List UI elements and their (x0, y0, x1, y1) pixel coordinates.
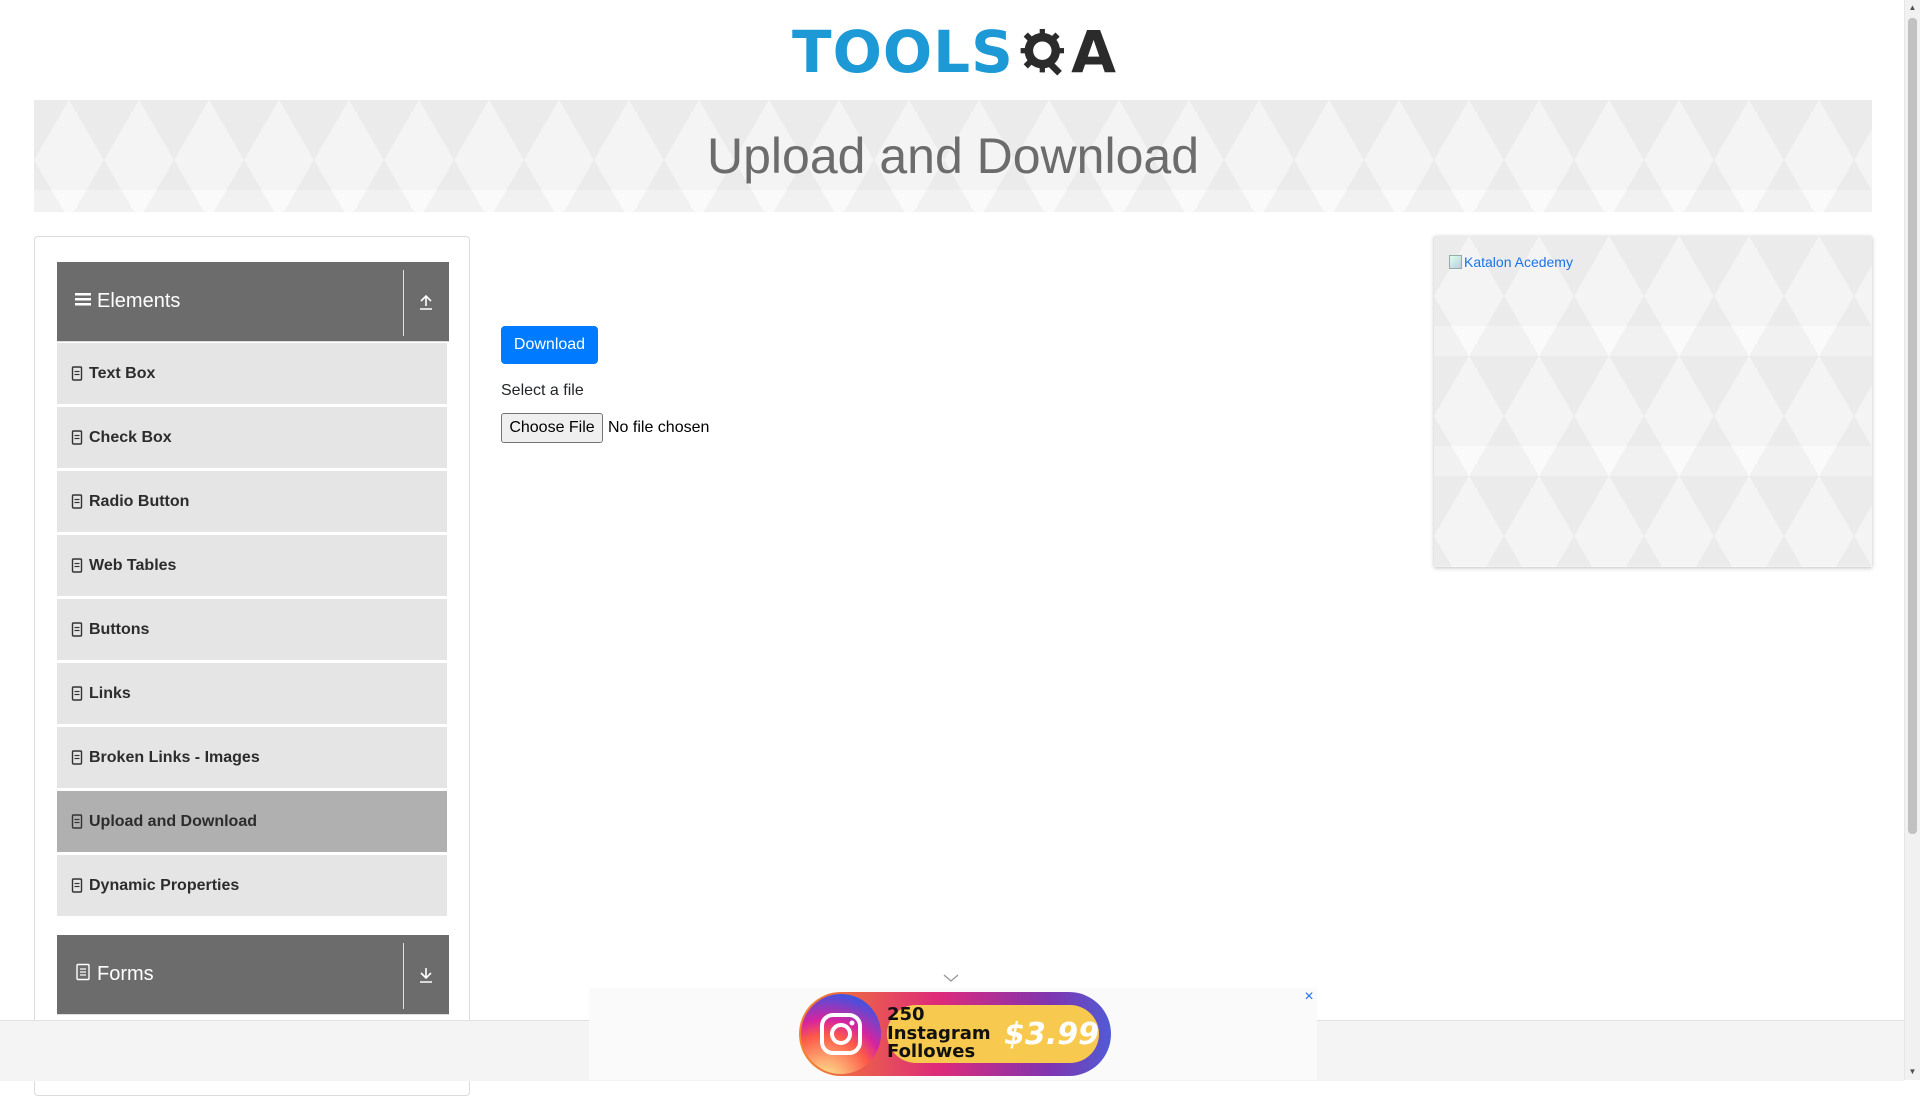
group-label: Forms (97, 963, 154, 985)
sidebar-item-radio-button[interactable]: Radio Button (57, 471, 447, 533)
choose-file-button[interactable]: Choose File (501, 413, 603, 443)
upload-arrow-icon[interactable] (403, 262, 449, 342)
sidebar-item-label: Upload and Download (89, 812, 257, 830)
followers-line-2: Followes (887, 1041, 976, 1063)
document-icon (71, 557, 83, 573)
page-banner: Upload and Download (34, 100, 1872, 212)
document-icon (71, 621, 83, 637)
followers-line-1: 250 Instagram (887, 1003, 991, 1044)
logo-wordmark: TOOLS (792, 18, 1014, 86)
document-icon (71, 877, 83, 893)
document-icon (71, 429, 83, 445)
file-status-text: No file chosen (608, 419, 710, 436)
broken-image-icon (1449, 255, 1462, 269)
sidebar-item-check-box[interactable]: Check Box (57, 407, 447, 469)
sidebar-item-text-box[interactable]: Text Box (57, 343, 447, 405)
followers-text: 250 Instagram Followes (887, 1003, 1004, 1063)
broken-image-alt-text: Katalon Acedemy (1464, 254, 1573, 270)
instagram-ad[interactable]: 250 Instagram Followes $3.99 (799, 992, 1111, 1076)
katalon-ad-image[interactable]: Katalon Acedemy (1449, 254, 1573, 270)
instagram-icon (801, 994, 881, 1074)
document-icon (71, 685, 83, 701)
sidebar-item-label: Broken Links - Images (89, 748, 260, 766)
chevron-down-icon[interactable] (941, 971, 961, 985)
sidebar-item-label: Dynamic Properties (89, 876, 240, 894)
left-panel: Elements Text Box Check Box Radio Button… (34, 236, 470, 1096)
scroll-up-icon[interactable]: ▲ (1908, 3, 1917, 13)
sidebar-item-web-tables[interactable]: Web Tables (57, 535, 447, 597)
price-text: $3.99 (1004, 1016, 1099, 1052)
file-upload-field[interactable]: Choose File No file chosen (501, 413, 709, 443)
document-icon (71, 813, 83, 829)
sidebar-item-dynamic-properties[interactable]: Dynamic Properties (57, 855, 447, 917)
toolsqa-logo[interactable]: TOOLS A (792, 14, 1116, 90)
sidebar-item-label: Text Box (89, 364, 156, 382)
page-title: Upload and Download (706, 128, 1200, 184)
logo-letter-a: A (1071, 18, 1116, 86)
sidebar-item-label: Buttons (89, 620, 150, 638)
select-file-label: Select a file (501, 382, 584, 399)
document-icon (71, 749, 83, 765)
document-icon (71, 365, 83, 381)
close-ad-button[interactable]: × (1300, 988, 1318, 1006)
sidebar-item-links[interactable]: Links (57, 663, 447, 725)
sidebar-item-label: Web Tables (89, 556, 177, 574)
instagram-ad-text: 250 Instagram Followes $3.99 (887, 1005, 1099, 1063)
download-arrow-icon[interactable] (403, 935, 449, 1015)
group-header-forms[interactable]: Forms (57, 935, 449, 1015)
sidebar-item-label: Links (89, 684, 131, 702)
download-button[interactable]: Download (501, 326, 598, 364)
sidebar-item-upload-and-download[interactable]: Upload and Download (57, 791, 447, 853)
scroll-down-icon[interactable]: ▼ (1908, 1067, 1917, 1077)
group-label: Elements (97, 290, 181, 312)
sidebar-item-label: Radio Button (89, 492, 190, 510)
hamburger-icon (75, 290, 91, 313)
document-icon (75, 963, 91, 987)
sidebar-item-broken-links-images[interactable]: Broken Links - Images (57, 727, 447, 789)
sidebar-item-buttons[interactable]: Buttons (57, 599, 447, 661)
vertical-scrollbar[interactable]: ▲ ▼ (1904, 0, 1920, 1080)
right-ad-panel[interactable]: Katalon Acedemy (1434, 236, 1872, 567)
document-icon (71, 493, 83, 509)
scroll-thumb[interactable] (1908, 18, 1917, 834)
gear-q-icon (1020, 28, 1064, 76)
group-header-elements[interactable]: Elements (57, 262, 449, 342)
sidebar-item-label: Check Box (89, 428, 172, 446)
